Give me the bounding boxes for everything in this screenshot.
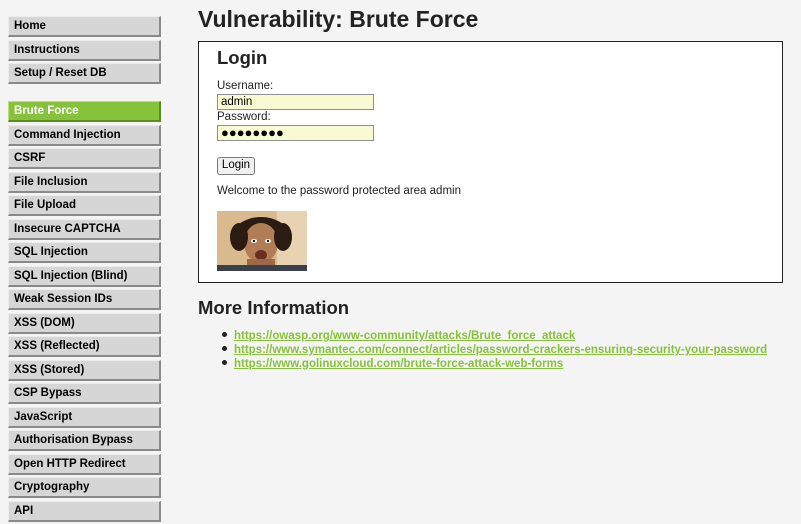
list-item: https://www.golinuxcloud.com/brute-force… [222,357,767,371]
main-content: Vulnerability: Brute Force Login Usernam… [198,0,788,370]
menu-item-xss-reflected[interactable]: XSS (Reflected) [8,336,161,357]
login-button[interactable]: Login [217,157,255,175]
login-heading: Login [217,47,268,68]
menu-item-setup-reset-db[interactable]: Setup / Reset DB [8,63,161,84]
menu-item-authorisation-bypass[interactable]: Authorisation Bypass [8,430,161,451]
menu-group-vulnerabilities: Brute Force Command Injection CSRF File … [8,101,161,522]
menu-item-open-http-redirect[interactable]: Open HTTP Redirect [8,453,161,475]
sidebar-menu: Home Instructions Setup / Reset DB Brute… [8,16,161,524]
page-title: Vulnerability: Brute Force [198,6,479,32]
menu-item-api[interactable]: API [8,500,161,522]
menu-item-sql-injection-blind[interactable]: SQL Injection (Blind) [8,265,161,287]
welcome-message: Welcome to the password protected area a… [217,185,461,197]
menu-item-insecure-captcha[interactable]: Insecure CAPTCHA [8,218,161,240]
link-owasp-brute-force[interactable]: https://owasp.org/www-community/attacks/… [234,330,575,342]
menu-item-weak-session-ids[interactable]: Weak Session IDs [8,289,161,310]
username-label: Username: [217,80,274,92]
menu-item-sql-injection[interactable]: SQL Injection [8,242,161,263]
menu-item-brute-force[interactable]: Brute Force [8,101,161,122]
password-label: Password: [217,111,271,123]
login-panel: Login Username: admin Password: ●●●●●●●●… [198,41,783,283]
list-item: https://www.symantec.com/connect/article… [222,343,767,357]
menu-item-command-injection[interactable]: Command Injection [8,124,161,146]
link-symantec-password-crackers[interactable]: https://www.symantec.com/connect/article… [234,344,767,356]
menu-item-instructions[interactable]: Instructions [8,39,161,61]
menu-item-javascript[interactable]: JavaScript [8,406,161,428]
menu-item-xss-stored[interactable]: XSS (Stored) [8,359,161,381]
menu-item-file-inclusion[interactable]: File Inclusion [8,171,161,193]
password-input[interactable]: ●●●●●●●● [217,125,374,141]
list-item: https://owasp.org/www-community/attacks/… [222,329,767,343]
more-info-heading: More Information [198,297,350,318]
username-input[interactable]: admin [217,94,374,110]
menu-item-home[interactable]: Home [8,16,161,37]
link-golinuxcloud-brute-force[interactable]: https://www.golinuxcloud.com/brute-force… [234,358,563,370]
bullet-icon [222,360,227,365]
bullet-icon [222,346,227,351]
more-info-links: https://owasp.org/www-community/attacks/… [222,329,767,371]
menu-group-general: Home Instructions Setup / Reset DB [8,16,161,84]
menu-item-xss-dom[interactable]: XSS (DOM) [8,312,161,334]
menu-item-cryptography[interactable]: Cryptography [8,477,161,498]
menu-item-csp-bypass[interactable]: CSP Bypass [8,383,161,404]
bullet-icon [222,332,227,337]
user-photo [217,211,307,271]
menu-item-csrf[interactable]: CSRF [8,148,161,169]
menu-item-file-upload[interactable]: File Upload [8,195,161,216]
